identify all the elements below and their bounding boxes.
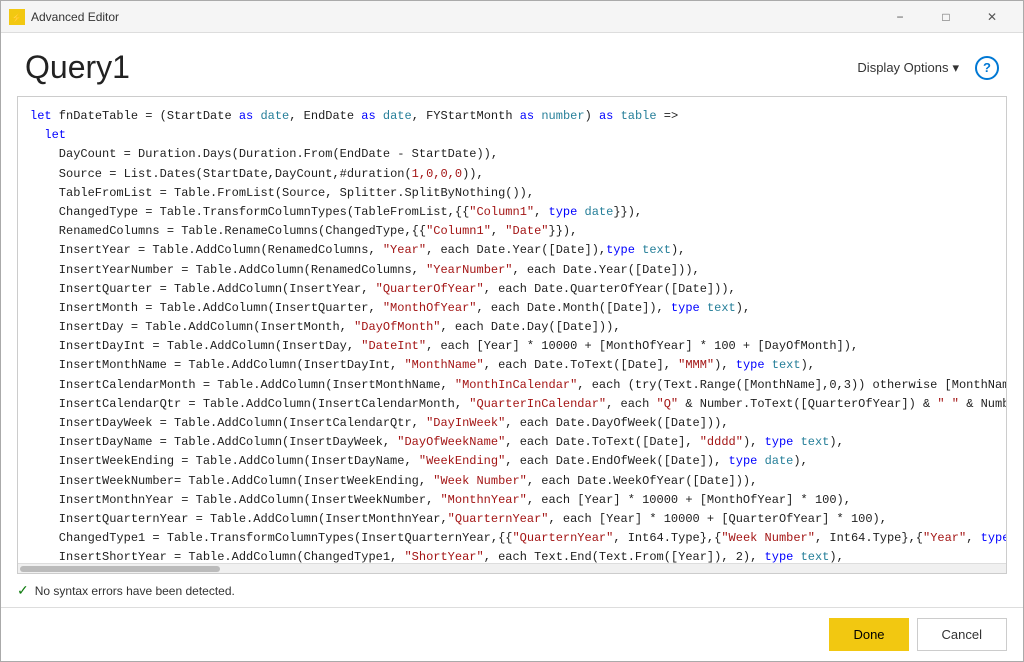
- status-message: No syntax errors have been detected.: [35, 584, 235, 598]
- done-button[interactable]: Done: [829, 618, 908, 651]
- horizontal-scrollbar[interactable]: [18, 563, 1006, 573]
- app-icon: ⚡: [9, 9, 25, 25]
- minimize-button[interactable]: −: [877, 1, 923, 33]
- editor-header: Query1 Display Options ▾ ?: [1, 33, 1023, 96]
- editor-footer: Done Cancel: [1, 607, 1023, 661]
- cancel-button[interactable]: Cancel: [917, 618, 1007, 651]
- display-options-label: Display Options: [857, 60, 948, 75]
- title-bar: ⚡ Advanced Editor − □ ✕: [1, 1, 1023, 33]
- title-bar-left: ⚡ Advanced Editor: [9, 9, 119, 25]
- header-right: Display Options ▾ ?: [849, 56, 999, 80]
- maximize-button[interactable]: □: [923, 1, 969, 33]
- close-button[interactable]: ✕: [969, 1, 1015, 33]
- horizontal-scrollbar-thumb[interactable]: [20, 566, 220, 572]
- status-bar: ✓ No syntax errors have been detected.: [1, 574, 1023, 607]
- query-title: Query1: [25, 49, 130, 86]
- svg-text:⚡: ⚡: [11, 12, 22, 24]
- display-options-button[interactable]: Display Options ▾: [849, 56, 967, 80]
- window-title: Advanced Editor: [31, 10, 119, 24]
- status-check-icon: ✓: [17, 582, 29, 599]
- advanced-editor-window: ⚡ Advanced Editor − □ ✕ Query1 Display O…: [0, 0, 1024, 662]
- display-options-arrow-icon: ▾: [952, 60, 959, 76]
- help-button[interactable]: ?: [975, 56, 999, 80]
- code-editor[interactable]: let fnDateTable = (StartDate as date, En…: [18, 97, 1006, 563]
- window-controls: − □ ✕: [877, 1, 1015, 33]
- code-editor-container: let fnDateTable = (StartDate as date, En…: [17, 96, 1007, 574]
